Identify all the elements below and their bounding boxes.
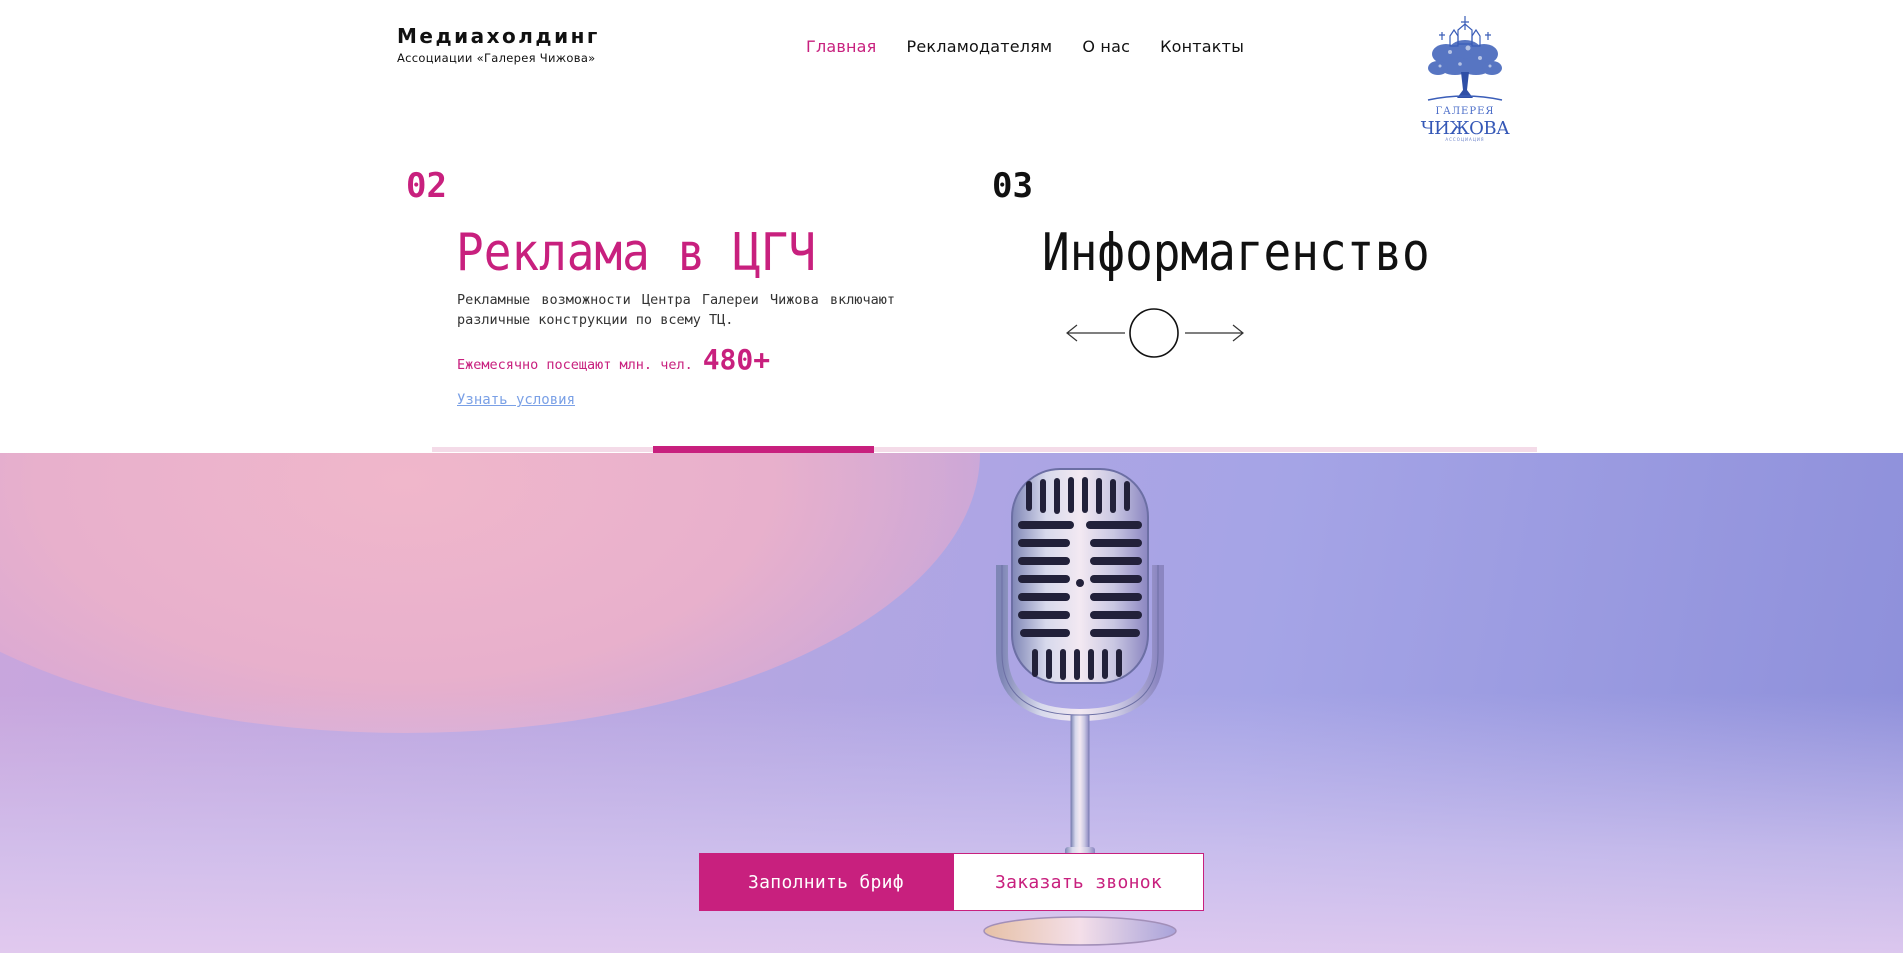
stat-line: Ежемесячно посещают млн. чел. 480+ xyxy=(457,343,770,376)
slider-controls xyxy=(1065,306,1245,360)
hero-blob xyxy=(0,453,980,733)
order-call-button[interactable]: Заказать звонок xyxy=(953,853,1204,911)
slide-title-next[interactable]: Информагенство xyxy=(1042,222,1430,282)
logo-line1: ГАЛЕРЕЯ xyxy=(1435,106,1495,117)
stat-label: Ежемесячно посещают млн. чел. xyxy=(457,357,693,373)
nav-item-home[interactable]: Главная xyxy=(806,37,877,56)
fill-brief-button[interactable]: Заполнить бриф xyxy=(699,853,953,911)
nav-item-about[interactable]: О нас xyxy=(1082,37,1130,56)
slide-title-current: Реклама в ЦГЧ xyxy=(456,222,817,283)
slider-progress-fill xyxy=(653,446,874,453)
slide-number-current: 02 xyxy=(406,166,447,206)
slider-progress-track xyxy=(432,447,1537,452)
nav-item-advertisers[interactable]: Рекламодателям xyxy=(907,37,1053,56)
stat-value: 480+ xyxy=(702,343,771,376)
logo-line2: ЧИЖОВА xyxy=(1420,118,1510,139)
slide-number-next: 03 xyxy=(992,166,1033,206)
arrow-left-icon[interactable] xyxy=(1065,306,1125,360)
logo-line3: АССОЦИАЦИЯ xyxy=(1445,137,1485,142)
brand-subtitle: Ассоциации «Галерея Чижова» xyxy=(397,51,596,65)
nav-item-contacts[interactable]: Контакты xyxy=(1160,37,1244,56)
brand[interactable]: Медиахолдинг Ассоциации «Галерея Чижова» xyxy=(397,24,600,65)
slider-circle-icon[interactable] xyxy=(1129,308,1179,358)
slide-description: Рекламные возможности Центра Галереи Чиж… xyxy=(457,292,895,328)
arrow-right-icon[interactable] xyxy=(1185,306,1245,360)
hero-floor xyxy=(0,693,1903,953)
main-nav: Главная Рекламодателям О нас Контакты xyxy=(806,37,1274,56)
brand-title: Медиахолдинг xyxy=(397,24,600,48)
learn-conditions-link[interactable]: Узнать условия xyxy=(457,392,575,408)
gallery-logo[interactable]: ГАЛЕРЕЯ ЧИЖОВА АССОЦИАЦИЯ xyxy=(1420,10,1510,142)
tree-church-icon xyxy=(1427,16,1503,101)
